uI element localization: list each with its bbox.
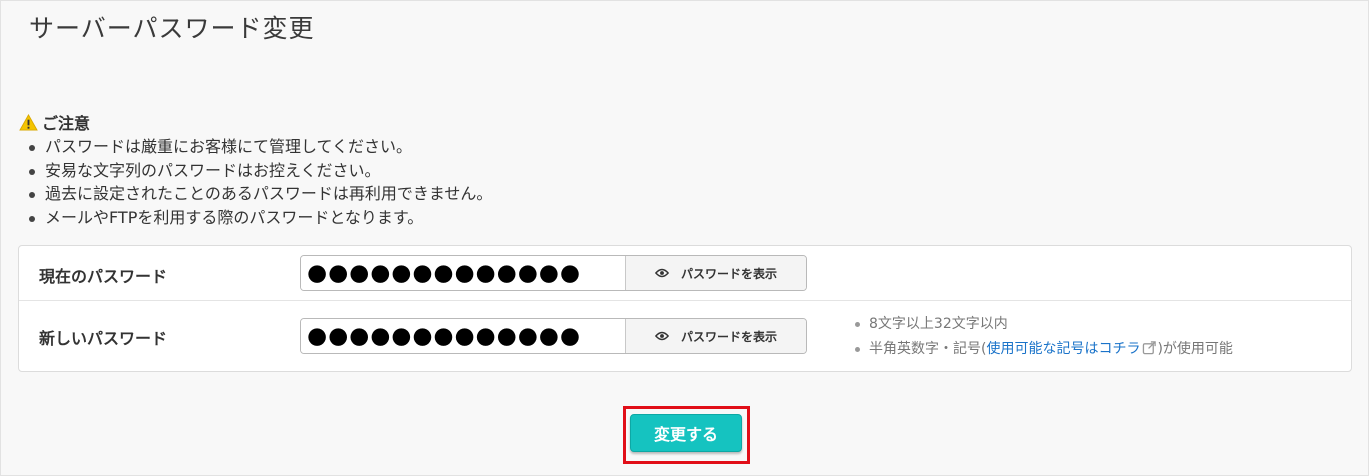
allowed-symbols-link-text: 使用可能な記号はコチラ — [986, 341, 1141, 357]
notice-item: 安易な文字列のパスワードはお控えください。 — [19, 159, 492, 183]
show-new-password-button[interactable]: パスワードを表示 — [625, 319, 806, 353]
notice-item: メールやFTPを利用する際のパスワードとなります。 — [19, 206, 492, 230]
submit-button[interactable]: 変更する — [630, 414, 742, 452]
current-password-input[interactable] — [301, 256, 625, 290]
current-password-row: 現在のパスワード パスワードを表示 — [19, 246, 1351, 301]
new-password-row: 新しいパスワード パスワードを表示 8文字以上32文字以内 半角英数字・記号(使… — [19, 301, 1351, 372]
hint-length-text: 8文字以上32文字以内 — [869, 316, 1008, 332]
notice-item: パスワードは厳重にお客様にて管理してください。 — [19, 135, 492, 159]
new-password-input[interactable] — [301, 319, 625, 353]
eye-icon — [654, 268, 669, 278]
external-link-icon — [1143, 341, 1157, 355]
notice-section: ご注意 パスワードは厳重にお客様にて管理してください。 安易な文字列のパスワード… — [19, 112, 492, 229]
hint-charset-prefix: 半角英数字・記号( — [869, 341, 987, 357]
notice-title: ご注意 — [42, 114, 91, 133]
show-password-label: パスワードを表示 — [680, 266, 777, 281]
password-form: 現在のパスワード パスワードを表示 新しいパスワード パスワードを表示 — [18, 245, 1352, 372]
password-hints: 8文字以上32文字以内 半角英数字・記号(使用可能な記号はコチラ )が使用可能 — [853, 312, 1233, 362]
current-password-group: パスワードを表示 — [300, 255, 807, 291]
hint-length: 8文字以上32文字以内 — [853, 312, 1233, 337]
new-password-label: 新しいパスワード — [39, 329, 168, 348]
page-title: サーバーパスワード変更 — [29, 14, 315, 43]
current-password-label: 現在のパスワード — [39, 267, 168, 286]
eye-icon — [654, 331, 669, 341]
warning-icon — [19, 113, 38, 131]
show-current-password-button[interactable]: パスワードを表示 — [625, 256, 806, 290]
hint-charset: 半角英数字・記号(使用可能な記号はコチラ )が使用可能 — [853, 337, 1233, 362]
notice-header: ご注意 — [19, 112, 492, 133]
notice-item: 過去に設定されたことのあるパスワードは再利用できません。 — [19, 182, 492, 206]
new-password-group: パスワードを表示 — [300, 318, 807, 354]
submit-highlight-frame: 変更する — [623, 406, 750, 464]
allowed-symbols-link[interactable]: 使用可能な記号はコチラ — [986, 341, 1157, 357]
hint-charset-suffix: )が使用可能 — [1157, 341, 1233, 357]
notice-list: パスワードは厳重にお客様にて管理してください。 安易な文字列のパスワードはお控え… — [19, 135, 492, 229]
show-password-label: パスワードを表示 — [680, 329, 777, 344]
